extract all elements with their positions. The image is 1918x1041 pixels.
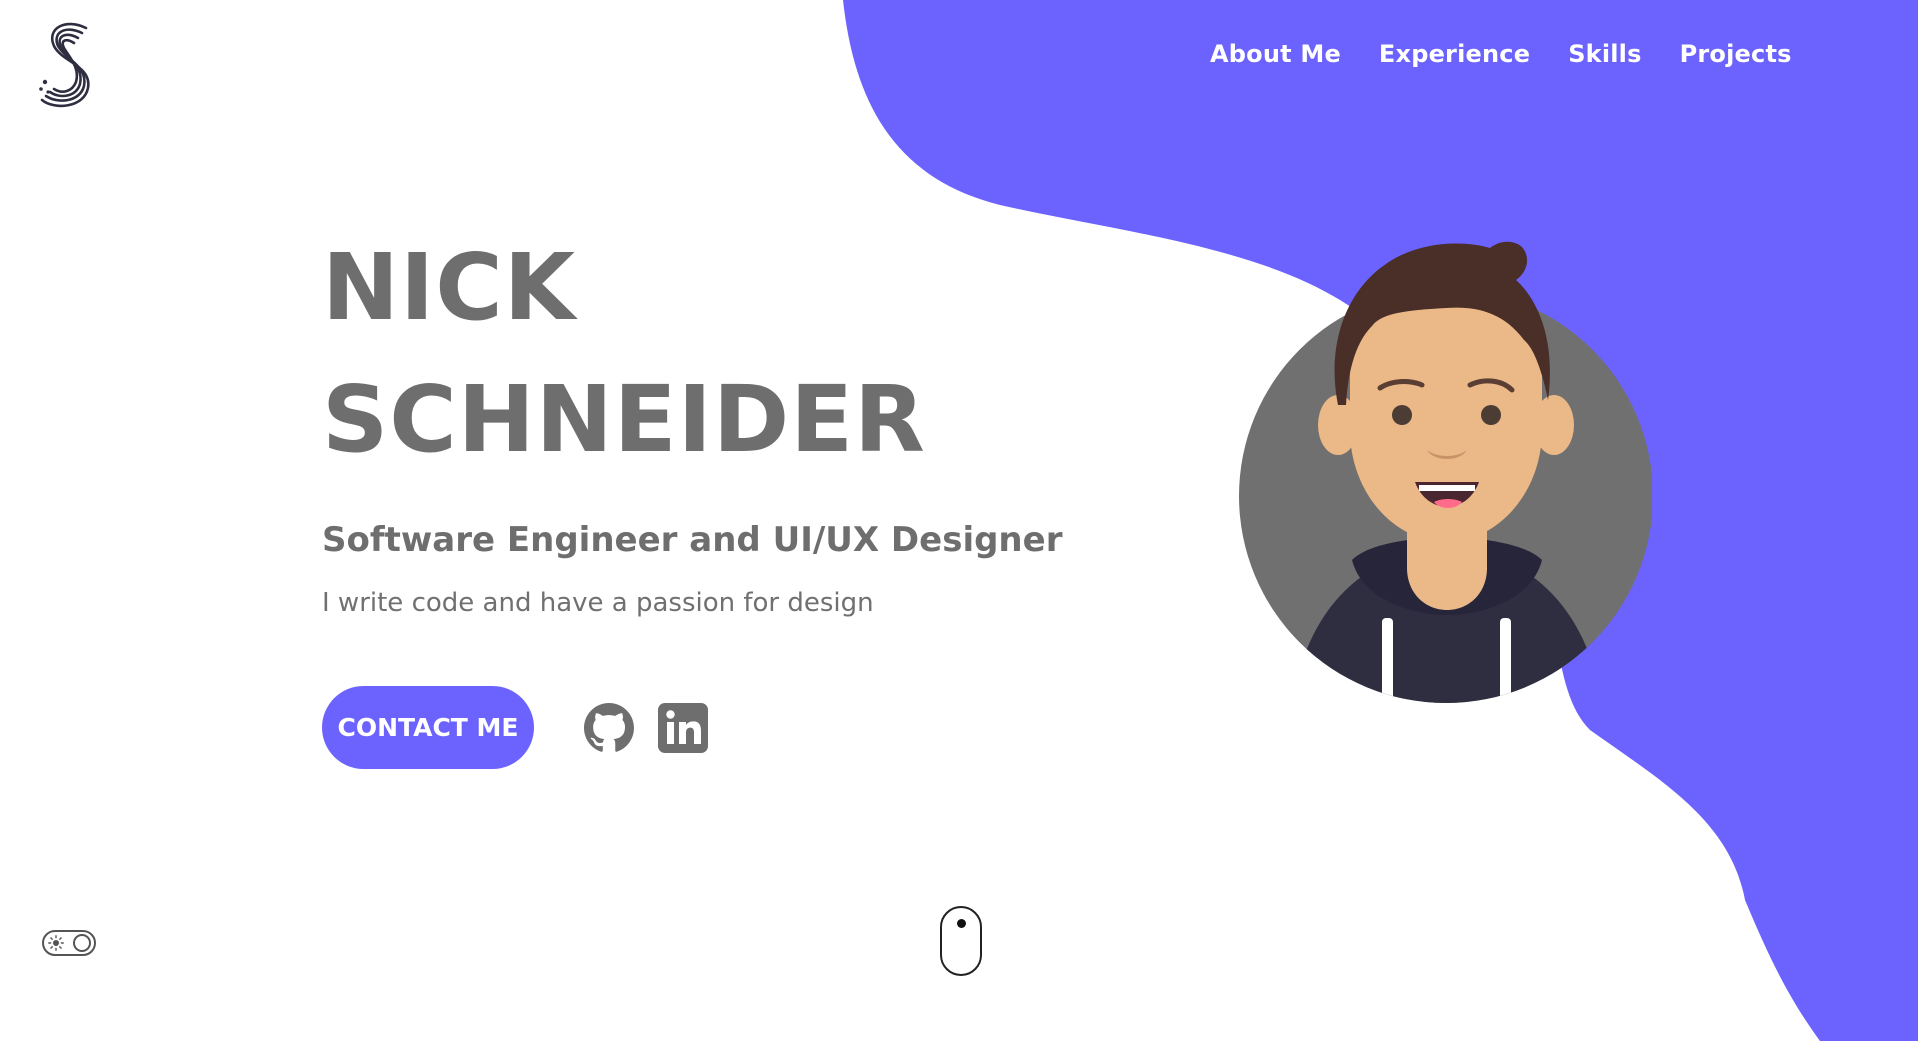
contact-me-button[interactable]: CONTACT ME bbox=[322, 686, 534, 769]
theme-toggle[interactable] bbox=[42, 930, 96, 956]
scroll-down-indicator[interactable] bbox=[940, 906, 982, 976]
hero-first-name: NICK bbox=[322, 234, 577, 341]
linkedin-icon[interactable] bbox=[658, 702, 708, 753]
social-links bbox=[584, 702, 708, 753]
github-icon[interactable] bbox=[584, 702, 634, 753]
s-logo-icon[interactable] bbox=[36, 20, 100, 112]
hero-subtitle: Software Engineer and UI/UX Designer bbox=[322, 520, 1063, 560]
nav-item-projects[interactable]: Projects bbox=[1680, 40, 1792, 68]
nav-item-skills[interactable]: Skills bbox=[1568, 40, 1641, 68]
avatar bbox=[1239, 241, 1652, 703]
nav-item-experience[interactable]: Experience bbox=[1379, 40, 1530, 68]
mouse-wheel-icon bbox=[957, 919, 966, 928]
nav-item-about-me[interactable]: About Me bbox=[1210, 40, 1341, 68]
hero-section: NICK SCHNEIDER Software Engineer and UI/… bbox=[322, 222, 1062, 769]
hero-name: NICK SCHNEIDER bbox=[322, 222, 1062, 486]
hero-actions: CONTACT ME bbox=[322, 686, 1062, 769]
hero-last-name: SCHNEIDER bbox=[322, 366, 926, 473]
sun-icon bbox=[48, 935, 64, 951]
hero-tagline: I write code and have a passion for desi… bbox=[322, 588, 874, 618]
main-nav: About Me Experience Skills Projects bbox=[1210, 40, 1792, 68]
toggle-knob bbox=[73, 934, 91, 952]
